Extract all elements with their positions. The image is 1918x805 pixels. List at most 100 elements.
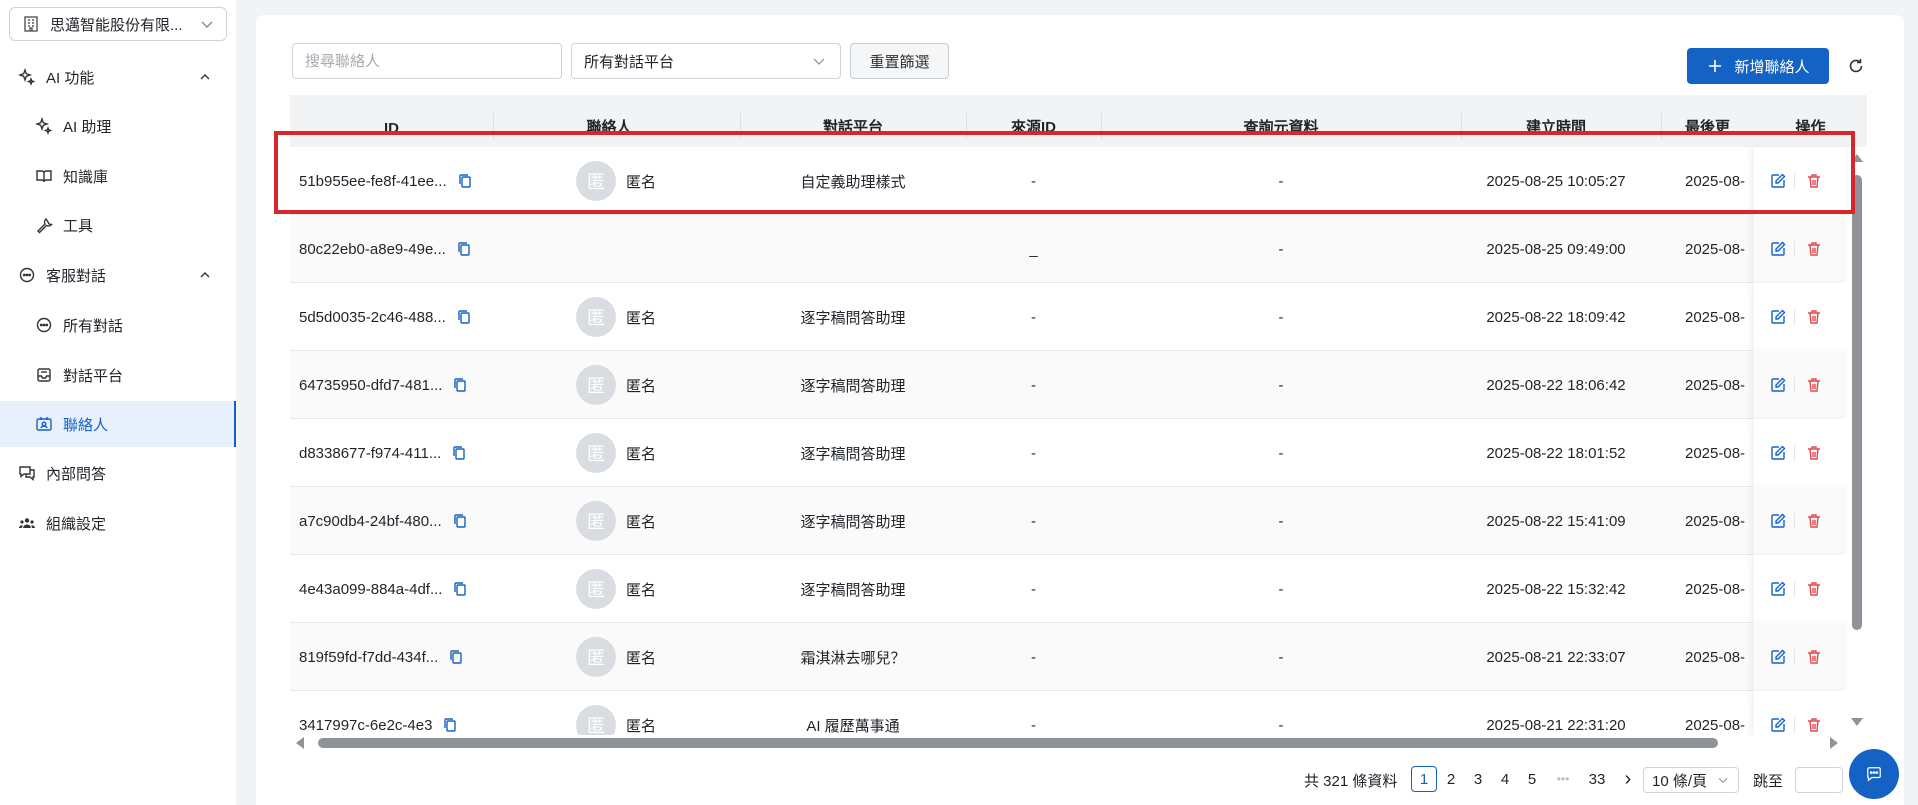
table-row[interactable]: 819f59fd-f7dd-434f... 匿匿名 霜淇淋去哪兒？ - - 2025-08… xyxy=(290,623,1847,691)
table-row[interactable]: 64735950-dfd7-481... 匿匿名 逐字稿問答助理 - - 2025-08-… xyxy=(290,351,1847,419)
reset-filters-button[interactable]: 重置篩選 xyxy=(850,43,949,79)
edit-icon[interactable] xyxy=(1769,308,1787,326)
scroll-right-arrow[interactable] xyxy=(1830,737,1838,749)
cell-created: 2025-08-22 18:01:52 xyxy=(1486,444,1626,462)
page-3[interactable]: 3 xyxy=(1465,766,1491,792)
menu-tools[interactable]: 工具 xyxy=(0,202,236,248)
menu-knowledge-base[interactable]: 知識庫 xyxy=(0,153,236,199)
cell-last-updated: 2025-08- xyxy=(1685,580,1746,598)
menu-conversation-platforms[interactable]: 對話平台 xyxy=(0,352,236,398)
refresh-icon[interactable] xyxy=(1846,56,1866,76)
copy-icon[interactable] xyxy=(456,241,472,257)
edit-icon[interactable] xyxy=(1769,716,1787,734)
delete-icon[interactable] xyxy=(1805,648,1823,666)
table-row[interactable]: 3417997c-6e2c-4e3 匿匿名 AI 履歷萬事通 - - 2025-08-21… xyxy=(290,691,1847,735)
jump-page-input[interactable] xyxy=(1795,767,1843,793)
cell-actions xyxy=(1754,555,1847,623)
copy-icon[interactable] xyxy=(452,581,468,597)
table-row[interactable]: 80c22eb0-a8e9-49e... _ - 2025-08-25 09:49:0… xyxy=(290,215,1847,283)
page-5[interactable]: 5 xyxy=(1519,766,1545,792)
contact-name: 匿名 xyxy=(626,649,657,667)
table-row[interactable]: a7c90db4-24bf-480... 匿匿名 逐字稿問答助理 - - 2025-08-… xyxy=(290,487,1847,555)
edit-icon[interactable] xyxy=(1769,444,1787,462)
edit-icon[interactable] xyxy=(1769,240,1787,258)
menu-contacts[interactable]: 聯絡人 xyxy=(0,401,236,447)
table-row[interactable]: 51b955ee-fe8f-41ee... 匿匿名 自定義助理樣式 - - 2025-08… xyxy=(290,147,1847,215)
delete-icon[interactable] xyxy=(1805,444,1823,462)
delete-icon[interactable] xyxy=(1805,240,1823,258)
menu-org-settings[interactable]: 組織設定 xyxy=(0,500,236,546)
cell-contact: 匿匿名 xyxy=(576,623,736,691)
page-1[interactable]: 1 xyxy=(1411,766,1437,792)
page-last[interactable]: 33 xyxy=(1584,766,1610,792)
scroll-left-arrow[interactable] xyxy=(296,737,304,749)
cell-source-id: _ xyxy=(1029,240,1038,258)
edit-icon[interactable] xyxy=(1769,512,1787,530)
cell-source-id: - xyxy=(1031,444,1036,462)
sparkle-icon xyxy=(35,117,53,135)
copy-icon[interactable] xyxy=(442,717,458,733)
delete-icon[interactable] xyxy=(1805,716,1823,734)
delete-icon[interactable] xyxy=(1805,376,1823,394)
scroll-up-arrow[interactable] xyxy=(1851,154,1863,162)
page-4[interactable]: 4 xyxy=(1492,766,1518,792)
delete-icon[interactable] xyxy=(1805,512,1823,530)
contact-id: 5d5d0035-2c46-488... xyxy=(299,308,446,326)
search-input[interactable] xyxy=(292,43,562,79)
contact-id: a7c90db4-24bf-480... xyxy=(299,512,442,530)
org-select[interactable]: 思邁智能股份有限... xyxy=(9,7,227,41)
menu-customer-service[interactable]: 客服對話 xyxy=(0,252,236,298)
table-row[interactable]: 5d5d0035-2c46-488... 匿匿名 逐字稿問答助理 - - 2025-08-… xyxy=(290,283,1847,351)
edit-icon[interactable] xyxy=(1769,580,1787,598)
contact-name: 匿名 xyxy=(626,513,657,531)
page-2[interactable]: 2 xyxy=(1438,766,1464,792)
header-actions: 操作 xyxy=(1795,119,1826,136)
copy-icon[interactable] xyxy=(452,513,468,529)
cell-created: 2025-08-22 18:06:42 xyxy=(1486,376,1626,394)
table-row[interactable]: d8338677-f974-411... 匿匿名 逐字稿問答助理 - - 2025-08-… xyxy=(290,419,1847,487)
chevron-down-icon xyxy=(1716,773,1730,787)
header-source-id: 來源ID xyxy=(1010,119,1056,136)
cell-metadata: - xyxy=(1278,648,1284,666)
delete-icon[interactable] xyxy=(1805,172,1823,190)
add-contact-button[interactable]: 新增聯絡人 xyxy=(1687,48,1829,84)
cell-contact: 匿匿名 xyxy=(576,487,736,555)
chat-support-button[interactable] xyxy=(1849,749,1899,799)
chat-bubble-icon xyxy=(35,316,53,334)
platform-select[interactable]: 所有對話平台 xyxy=(571,43,841,79)
delete-icon[interactable] xyxy=(1805,580,1823,598)
cell-last-updated: 2025-08- xyxy=(1685,512,1746,530)
contact-id: 4e43a099-884a-4df... xyxy=(299,580,443,598)
edit-icon[interactable] xyxy=(1769,172,1787,190)
copy-icon[interactable] xyxy=(456,309,472,325)
cell-id: 819f59fd-f7dd-434f... xyxy=(299,623,493,691)
table-row[interactable]: 4e43a099-884a-4df... 匿匿名 逐字稿問答助理 - - 2025-08-… xyxy=(290,555,1847,623)
menu-internal-qa[interactable]: 內部問答 xyxy=(0,450,236,496)
copy-icon[interactable] xyxy=(448,649,464,665)
copy-icon[interactable] xyxy=(451,445,467,461)
cell-actions xyxy=(1754,623,1847,691)
cell-metadata: - xyxy=(1278,716,1284,734)
delete-icon[interactable] xyxy=(1805,308,1823,326)
menu-internal-qa-label: 內部問答 xyxy=(46,465,107,483)
page-ellipsis[interactable]: ••• xyxy=(1550,766,1576,792)
copy-icon[interactable] xyxy=(457,173,473,189)
cell-last-updated: 2025-08- xyxy=(1685,172,1746,190)
scroll-down-arrow[interactable] xyxy=(1851,718,1863,726)
cell-created: 2025-08-22 15:32:42 xyxy=(1486,580,1626,598)
edit-icon[interactable] xyxy=(1769,648,1787,666)
edit-icon[interactable] xyxy=(1769,376,1787,394)
page-size-select[interactable]: 10 條/頁 xyxy=(1643,767,1739,793)
horizontal-scrollbar[interactable] xyxy=(318,738,1718,748)
vertical-scrollbar[interactable] xyxy=(1852,175,1862,630)
menu-all-conversations[interactable]: 所有對話 xyxy=(0,302,236,348)
table-header: ID 聯絡人 對話平台 來源ID 查詢元資料 建立時間 最後更 操作 xyxy=(290,95,1867,147)
menu-ai-assistant[interactable]: AI 助理 xyxy=(0,103,236,149)
contact-id: 64735950-dfd7-481... xyxy=(299,376,443,394)
jump-label: 跳至 xyxy=(1753,772,1784,790)
cell-id: d8338677-f974-411... xyxy=(299,419,493,487)
menu-ai-features[interactable]: AI 功能 xyxy=(0,54,236,100)
copy-icon[interactable] xyxy=(452,377,468,393)
next-page-button[interactable]: › xyxy=(1615,766,1641,792)
header-created: 建立時間 xyxy=(1525,119,1586,136)
